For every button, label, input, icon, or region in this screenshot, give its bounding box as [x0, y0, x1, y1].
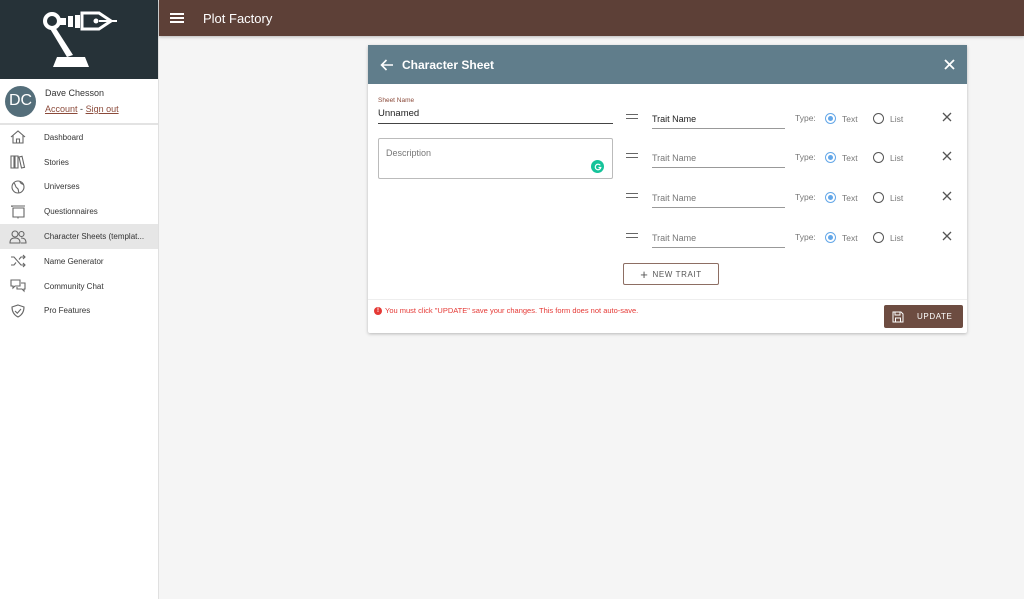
remove-trait-icon[interactable]	[942, 112, 952, 122]
sidebar-item-label: Stories	[44, 157, 69, 167]
dialog-header: Character Sheet	[368, 45, 967, 84]
app-logo[interactable]	[0, 0, 158, 79]
robot-arm-pen-logo-icon	[43, 11, 117, 67]
sheet-name-input[interactable]	[378, 107, 613, 124]
plus-icon: +	[640, 266, 649, 282]
remove-trait-icon[interactable]	[942, 231, 952, 241]
sidebar-item-label: Questionnaires	[44, 207, 98, 217]
top-app-bar: Plot Factory	[159, 0, 1024, 36]
user-name: Dave Chesson	[45, 88, 105, 98]
type-label: Type:	[795, 192, 816, 202]
sidebar-item-label: Pro Features	[44, 306, 91, 316]
type-text-radio[interactable]: Text	[825, 113, 858, 124]
presentation-icon	[9, 205, 27, 219]
drag-handle-icon[interactable]	[626, 153, 638, 158]
shuffle-icon	[9, 254, 27, 268]
type-text-radio[interactable]: Text	[825, 192, 858, 203]
type-list-radio[interactable]: List	[873, 152, 903, 163]
sidebar-nav: Dashboard Stories Universes Questionnair…	[0, 125, 158, 323]
grammarly-icon[interactable]	[591, 160, 604, 173]
account-link[interactable]: Account	[45, 104, 78, 114]
sidebar-item-stories[interactable]: Stories	[0, 150, 158, 175]
type-label: Type:	[795, 113, 816, 123]
new-trait-label: NEW TRAIT	[652, 269, 702, 279]
update-label: UPDATE	[917, 312, 953, 321]
save-icon	[892, 311, 904, 323]
trait-row: Type: Text List	[626, 108, 962, 130]
sidebar-item-character-sheets[interactable]: Character Sheets (templat...	[0, 224, 158, 249]
books-icon	[9, 155, 27, 169]
globe-icon	[9, 180, 27, 194]
drag-handle-icon[interactable]	[626, 233, 638, 238]
trait-row: Type: Text List	[626, 187, 962, 209]
drag-handle-icon[interactable]	[626, 114, 638, 119]
type-label: Type:	[795, 232, 816, 242]
divider	[368, 299, 967, 300]
chat-icon	[9, 279, 27, 293]
remove-trait-icon[interactable]	[942, 191, 952, 201]
new-trait-button[interactable]: + NEW TRAIT	[623, 263, 719, 285]
warning-text: You must click "UPDATE" save your change…	[385, 306, 639, 315]
trait-name-input[interactable]	[652, 229, 785, 248]
people-icon	[9, 230, 27, 244]
trait-name-input[interactable]	[652, 110, 785, 129]
sidebar-item-community-chat[interactable]: Community Chat	[0, 274, 158, 299]
sidebar: DC Dave Chesson Account - Sign out Dashb…	[0, 0, 159, 599]
unsaved-warning: ! You must click "UPDATE" save your chan…	[374, 306, 638, 315]
description-placeholder: Description	[386, 148, 432, 158]
type-list-radio[interactable]: List	[873, 113, 903, 124]
sidebar-item-label: Name Generator	[44, 256, 104, 266]
shield-check-icon	[9, 304, 27, 318]
sidebar-item-universes[interactable]: Universes	[0, 175, 158, 200]
drag-handle-icon[interactable]	[626, 193, 638, 198]
character-sheet-dialog: Character Sheet Sheet Name Description T…	[368, 45, 967, 333]
sidebar-item-label: Universes	[44, 182, 80, 192]
alert-icon: !	[374, 306, 382, 315]
avatar[interactable]: DC	[5, 85, 36, 117]
description-textarea[interactable]: Description	[378, 138, 613, 179]
type-list-radio[interactable]: List	[873, 232, 903, 243]
dialog-title: Character Sheet	[402, 57, 495, 72]
type-label: Type:	[795, 152, 816, 162]
sheet-name-label: Sheet Name	[378, 97, 415, 104]
sidebar-item-name-generator[interactable]: Name Generator	[0, 249, 158, 274]
trait-name-input[interactable]	[652, 149, 785, 168]
remove-trait-icon[interactable]	[942, 151, 952, 161]
sidebar-item-pro-features[interactable]: Pro Features	[0, 299, 158, 324]
close-icon[interactable]	[944, 59, 955, 70]
trait-row: Type: Text List	[626, 227, 962, 249]
trait-row: Type: Text List	[626, 147, 962, 169]
app-title: Plot Factory	[203, 10, 273, 26]
update-button[interactable]: UPDATE	[884, 305, 963, 328]
sidebar-item-label: Dashboard	[44, 132, 84, 142]
hamburger-menu-icon[interactable]	[170, 13, 184, 23]
type-list-radio[interactable]: List	[873, 192, 903, 203]
link-separator: -	[80, 104, 84, 114]
type-text-radio[interactable]: Text	[825, 232, 858, 243]
sidebar-item-dashboard[interactable]: Dashboard	[0, 125, 158, 150]
sidebar-item-label: Character Sheets (templat...	[44, 232, 145, 242]
user-panel: DC Dave Chesson Account - Sign out	[0, 79, 158, 125]
home-icon	[9, 130, 27, 144]
type-text-radio[interactable]: Text	[825, 152, 858, 163]
sign-out-link[interactable]: Sign out	[86, 104, 119, 114]
back-arrow-icon[interactable]	[380, 58, 394, 71]
sidebar-item-questionnaires[interactable]: Questionnaires	[0, 199, 158, 224]
trait-name-input[interactable]	[652, 189, 785, 208]
sidebar-item-label: Community Chat	[44, 281, 104, 291]
